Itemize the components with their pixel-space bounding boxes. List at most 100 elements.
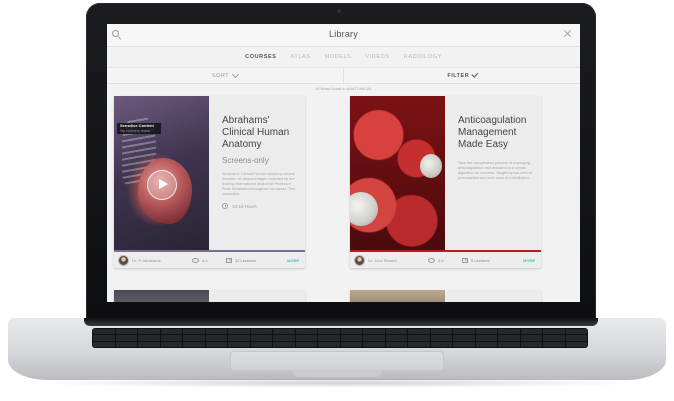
author-name: Dr. John Russell bbox=[368, 257, 398, 263]
keyboard-key bbox=[340, 341, 362, 347]
keyboard-key bbox=[543, 341, 565, 347]
rating-value: 4.4 bbox=[202, 257, 208, 263]
more-link[interactable]: MORE bbox=[287, 258, 299, 263]
keyboard-key bbox=[453, 335, 475, 341]
play-icon[interactable] bbox=[147, 170, 177, 200]
keyboard-key bbox=[430, 329, 452, 335]
keyboard-key bbox=[385, 329, 407, 335]
keyboard-key bbox=[363, 335, 385, 341]
sort-button[interactable]: SORT bbox=[107, 68, 344, 83]
course-subtitle: Screens-only bbox=[222, 156, 269, 165]
more-link[interactable]: MORE bbox=[523, 258, 535, 263]
keyboard-key bbox=[565, 329, 587, 335]
app-screen: Library COURSES ATLAS MODELS VIDEOS RADI… bbox=[107, 24, 580, 302]
keyboard-key bbox=[340, 329, 362, 335]
close-icon[interactable] bbox=[563, 29, 572, 38]
check-icon bbox=[471, 70, 479, 78]
course-thumbnail[interactable] bbox=[114, 290, 209, 302]
keyboard-key bbox=[430, 335, 452, 341]
keyboard-key bbox=[543, 329, 565, 335]
chevron-down-icon bbox=[232, 70, 240, 78]
keyboard-key bbox=[138, 335, 160, 341]
keyboard-key bbox=[250, 335, 272, 341]
course-info: Anticoagulation Management Made Easy Tak… bbox=[458, 115, 536, 181]
keyboard-key bbox=[295, 335, 317, 341]
keyboard-key bbox=[115, 329, 137, 335]
keyboard-key bbox=[453, 329, 475, 335]
sensitive-title: Sensitive Content bbox=[120, 123, 154, 128]
blood-cell-image bbox=[350, 192, 378, 226]
keyboard-key bbox=[93, 341, 115, 347]
course-card[interactable]: Sensitive Content Tap content to reveal … bbox=[114, 96, 305, 268]
tab-courses[interactable]: COURSES bbox=[245, 54, 276, 60]
keyboard-key bbox=[318, 335, 340, 341]
rating: 4.6 bbox=[428, 257, 462, 263]
keyboard-key bbox=[115, 335, 137, 341]
keyboard-key bbox=[475, 341, 497, 347]
filter-label: FILTER bbox=[447, 72, 470, 79]
keyboard-key bbox=[363, 329, 385, 335]
course-thumbnail[interactable] bbox=[350, 96, 445, 252]
tab-atlas[interactable]: ATLAS bbox=[291, 54, 311, 60]
keyboard-key bbox=[475, 329, 497, 335]
course-card[interactable] bbox=[350, 290, 541, 302]
library-tabs: COURSES ATLAS MODELS VIDEOS RADIOLOGY bbox=[107, 47, 580, 68]
keyboard-key bbox=[160, 335, 182, 341]
eye-icon bbox=[192, 257, 199, 263]
keyboard-key bbox=[385, 341, 407, 347]
avatar bbox=[354, 254, 365, 266]
rating: 4.4 bbox=[192, 257, 226, 263]
tab-models[interactable]: MODELS bbox=[325, 54, 352, 60]
tab-videos[interactable]: VIDEOS bbox=[365, 54, 389, 60]
lecture-text: 32 Lectures bbox=[235, 257, 256, 263]
lecture-icon bbox=[226, 257, 232, 263]
filter-button[interactable]: FILTER bbox=[344, 68, 580, 83]
keyboard-key bbox=[565, 341, 587, 347]
lecture-count: 5 Lectures bbox=[462, 257, 522, 263]
duration-text: 10-15 Hours bbox=[232, 203, 257, 209]
keyboard-key bbox=[543, 335, 565, 341]
course-description: Take the complicated process of managing… bbox=[458, 161, 532, 180]
keyboard-key bbox=[183, 329, 205, 335]
clock-icon bbox=[222, 203, 228, 209]
trackpad bbox=[230, 351, 444, 371]
keyboard-key bbox=[115, 341, 137, 347]
keyboard-key bbox=[228, 341, 250, 347]
keyboard bbox=[92, 328, 588, 348]
blood-cell-image bbox=[420, 154, 442, 178]
sort-filter-bar: SORT FILTER bbox=[107, 68, 580, 84]
keyboard-key bbox=[295, 329, 317, 335]
course-title[interactable]: Abrahams' Clinical Human Anatomy bbox=[222, 115, 300, 151]
keyboard-key bbox=[205, 341, 227, 347]
keyboard-key bbox=[295, 341, 317, 347]
keyboard-key bbox=[183, 341, 205, 347]
keyboard-key bbox=[160, 341, 182, 347]
keyboard-key bbox=[498, 341, 520, 347]
course-thumbnail[interactable] bbox=[350, 290, 445, 302]
course-thumbnail[interactable]: Sensitive Content Tap content to reveal bbox=[114, 96, 209, 252]
course-duration: 10-15 Hours bbox=[222, 203, 300, 209]
card-footer: Dr. P. Abrahams 4.4 32 Lectures MORE bbox=[114, 250, 305, 268]
laptop-shadow bbox=[30, 378, 644, 388]
keyboard-key bbox=[408, 341, 430, 347]
keyboard-key bbox=[273, 341, 295, 347]
lecture-icon bbox=[462, 257, 468, 263]
keyboard-key bbox=[318, 341, 340, 347]
keyboard-key bbox=[250, 329, 272, 335]
title-bar: Library bbox=[107, 24, 580, 47]
sort-label: SORT bbox=[211, 72, 230, 79]
course-card[interactable]: Anticoagulation Management Made Easy Tak… bbox=[350, 96, 541, 268]
lecture-text: 5 Lectures bbox=[471, 257, 490, 263]
eye-icon bbox=[428, 257, 435, 263]
course-card[interactable] bbox=[114, 290, 305, 302]
keyboard-key bbox=[430, 341, 452, 347]
tab-radiology[interactable]: RADIOLOGY bbox=[404, 54, 442, 60]
rating-value: 4.6 bbox=[438, 257, 444, 263]
keyboard-key bbox=[205, 335, 227, 341]
keyboard-key bbox=[565, 335, 587, 341]
course-title[interactable]: Anticoagulation Management Made Easy bbox=[458, 115, 536, 151]
keyboard-key bbox=[363, 341, 385, 347]
keyboard-key bbox=[408, 329, 430, 335]
keyboard-key bbox=[160, 329, 182, 335]
sensitive-content-badge[interactable]: Sensitive Content Tap content to reveal bbox=[117, 123, 161, 134]
